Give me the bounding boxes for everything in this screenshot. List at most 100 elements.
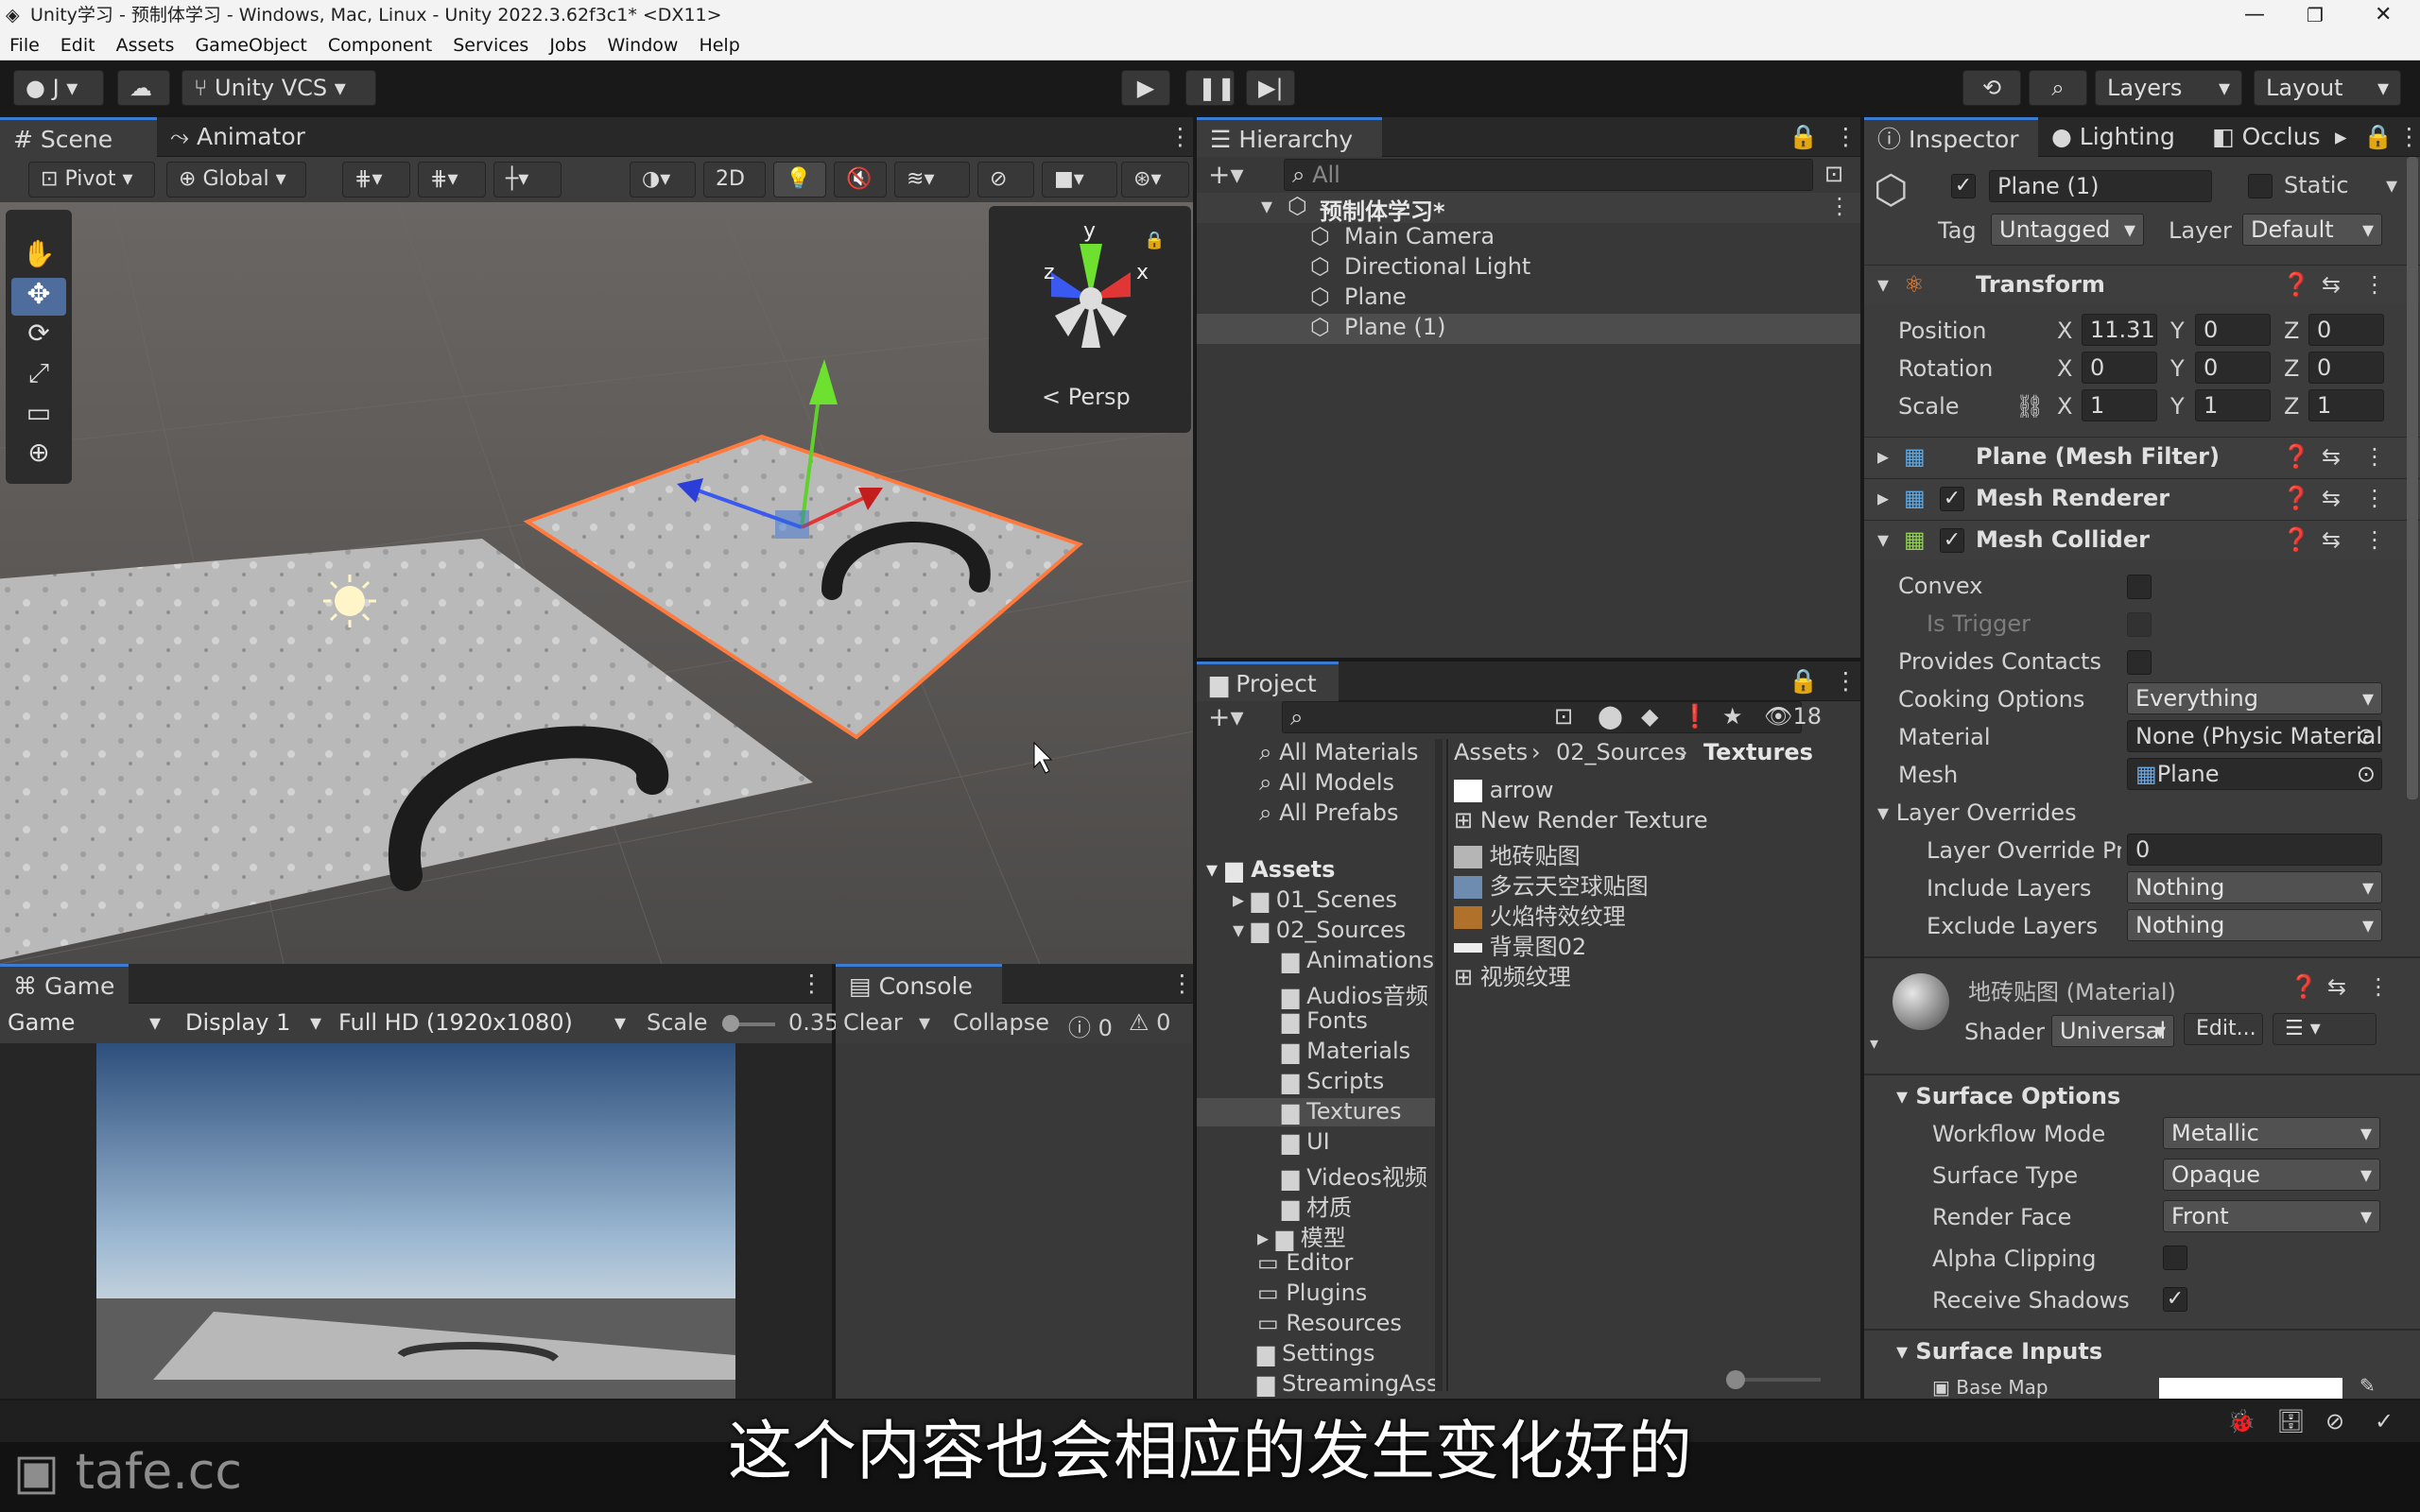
mesh-renderer-header[interactable]: ▸ ▦ ✓ Mesh Renderer ❓ ⇆ ⋮ [1864,478,2420,518]
folder-item[interactable]: ▭ Editor [1257,1249,1353,1276]
close-button[interactable]: ✕ [2375,0,2392,30]
console-menu-icon[interactable]: ⋮ [1157,964,1194,1004]
filter-type-icon[interactable]: ⬤ [1598,703,1623,730]
scale-tool-icon[interactable]: ⤢ [11,357,66,395]
menu-jobs[interactable]: Jobs [549,35,586,56]
scale-x-input[interactable]: 1 [2082,389,2157,421]
folder-item-selected[interactable]: ▆ Textures [1197,1098,1439,1126]
hierarchy-search-input[interactable]: ⌕ All [1284,159,1813,191]
help-icon[interactable]: ❓ [2282,526,2310,553]
preset-icon[interactable]: ⇆ [2327,973,2346,1000]
warning-count-toggle[interactable]: ⚠ 0 [1129,1009,1170,1036]
include-layers-dropdown[interactable]: Nothing [2127,871,2382,903]
account-button[interactable]: ● J ▾ [13,70,104,106]
hierarchy-add-button[interactable]: +▾ [1208,159,1244,190]
hierarchy-item-selected[interactable]: ⬡ Plane (1) [1197,314,1860,344]
projection-toggle[interactable]: < Persp [1042,384,1131,410]
mesh-collider-enabled-checkbox[interactable]: ✓ [1940,528,1964,553]
folder-item[interactable]: ▆ 材质 [1282,1189,1352,1222]
asset-item[interactable]: arrow [1454,777,1553,803]
layer-override-priority-input[interactable]: 0 [2127,833,2382,866]
base-map-color-swatch[interactable] [2159,1378,2342,1399]
rect-tool-icon[interactable]: ▭ [11,397,66,435]
global-dropdown[interactable]: ⊕ Global ▾ [166,162,306,198]
material-fold-icon[interactable]: ▾ [1870,1034,1878,1054]
help-icon[interactable]: ❓ [2282,271,2310,298]
mesh-renderer-enabled-checkbox[interactable]: ✓ [1940,487,1964,511]
menu-assets[interactable]: Assets [116,35,175,56]
inspector-menu-icon[interactable]: ⋮ [2384,117,2420,157]
receive-shadows-checkbox[interactable]: ✓ [2163,1287,2187,1312]
folder-item[interactable]: ▆ Materials [1282,1038,1410,1064]
error-count-toggle[interactable]: ⓘ 0 [1068,1009,1113,1042]
folder-item[interactable]: ▭ Resources [1257,1310,1402,1336]
scale-slider-handle[interactable] [722,1015,739,1032]
assets-root[interactable]: ▾ ▆ Assets [1206,856,1335,883]
mesh-filter-header[interactable]: ▸ ▦ Plane (Mesh Filter) ❓ ⇆ ⋮ [1864,437,2420,476]
favorite-star-icon[interactable]: ★ [1722,703,1743,730]
tab-lighting[interactable]: ● Lighting [2038,117,2199,157]
fold-arrow-icon[interactable]: ▸ [1877,443,1889,470]
tab-project[interactable]: ▆ Project [1197,662,1339,701]
clear-button[interactable]: Clear [843,1009,903,1036]
folder-item[interactable]: ▭ Plugins [1257,1280,1367,1306]
filter-log-icon[interactable]: ❗ [1681,703,1709,730]
collapse-button[interactable]: Collapse [953,1009,1049,1036]
toggle-2d-button[interactable]: 2D [703,162,766,198]
object-picker-icon[interactable]: ⊙ [2357,759,2376,789]
position-x-input[interactable]: 11.31 [2082,314,2157,346]
project-menu-icon[interactable]: ⋮ [1821,662,1858,701]
console-log[interactable] [836,1043,1193,1399]
position-z-input[interactable]: 0 [2308,314,2384,346]
cloud-button[interactable]: ☁ [117,70,170,106]
is-trigger-checkbox[interactable] [2127,612,2152,637]
component-menu-icon[interactable]: ⋮ [2363,485,2386,511]
project-add-button[interactable]: +▾ [1208,701,1244,732]
favorite-item[interactable]: ⌕ All Materials [1259,739,1418,765]
tag-dropdown[interactable]: Untagged [1991,214,2144,246]
hand-tool-icon[interactable]: ✋ [11,238,66,276]
physic-material-field[interactable]: None (Physic Material) ⊙ [2127,720,2382,752]
resolution-dropdown[interactable]: Full HD (1920x1080) [331,1007,633,1040]
asset-item[interactable]: ⊞ 视频纹理 [1454,958,1571,991]
scene-search-icon[interactable]: ⊡ [1824,161,1843,187]
gizmos-button[interactable]: ⊛▾ [1121,162,1189,198]
scale-z-input[interactable]: 1 [2308,389,2384,421]
menu-services[interactable]: Services [453,35,528,56]
scale-y-input[interactable]: 1 [2195,389,2271,421]
asset-item[interactable]: 背景图02 [1454,928,1586,961]
favorite-item[interactable]: ⌕ All Models [1259,769,1394,796]
audio-toggle[interactable]: 🔇 [834,162,887,198]
fold-arrow-icon[interactable]: ▾ [1877,526,1889,553]
pause-button[interactable]: ❚❚ [1185,70,1236,106]
menu-edit[interactable]: Edit [60,35,95,56]
game-menu-icon[interactable]: ⋮ [786,964,824,1004]
hierarchy-item[interactable]: ⬡ Plane [1197,284,1860,314]
folder-item[interactable]: ▸ ▆ 01_Scenes [1233,886,1397,913]
scene-menu-icon[interactable]: ⋮ [1155,117,1193,157]
static-dropdown-icon[interactable]: ▾ [2386,172,2397,198]
eyedropper-icon[interactable]: ✎ [2360,1374,2376,1397]
scene-viewport[interactable]: ✋ ✥ ⟳ ⤢ ▭ ⊕ y x z 🔒 < Persp [0,202,1193,964]
static-checkbox[interactable] [2248,174,2273,198]
hierarchy-item[interactable]: ⬡ Directional Light [1197,253,1860,284]
active-checkbox[interactable]: ✓ [1951,174,1976,198]
folder-item[interactable]: ▆ Audios音频 [1282,977,1428,1010]
grid-snap-button[interactable]: ⋕▾ [342,162,410,198]
camera-settings-button[interactable]: ■▾ [1042,162,1117,198]
grid-button[interactable]: ⋕▾ [418,162,486,198]
breadcrumb-textures[interactable]: Textures [1703,739,1813,765]
help-icon[interactable]: ❓ [2290,973,2318,1000]
layers-dropdown[interactable]: Layers ▾ [2095,70,2242,106]
search-scene-icon[interactable]: ⊡ [1554,703,1573,730]
help-icon[interactable]: ❓ [2282,443,2310,470]
base-map-row[interactable]: ▣ Base Map [1932,1376,2048,1399]
rotation-x-input[interactable]: 0 [2082,352,2157,384]
exclude-layers-dropdown[interactable]: Nothing [2127,909,2382,941]
asset-item[interactable]: 地砖贴图 [1454,837,1581,870]
preset-icon[interactable]: ⇆ [2322,485,2341,511]
folder-item[interactable]: ▆ Animations [1282,947,1434,973]
object-picker-icon[interactable]: ⊙ [2357,721,2376,751]
shader-edit-button[interactable]: Edit... [2184,1013,2263,1045]
tab-game[interactable]: ⌘ Game [0,964,129,1004]
